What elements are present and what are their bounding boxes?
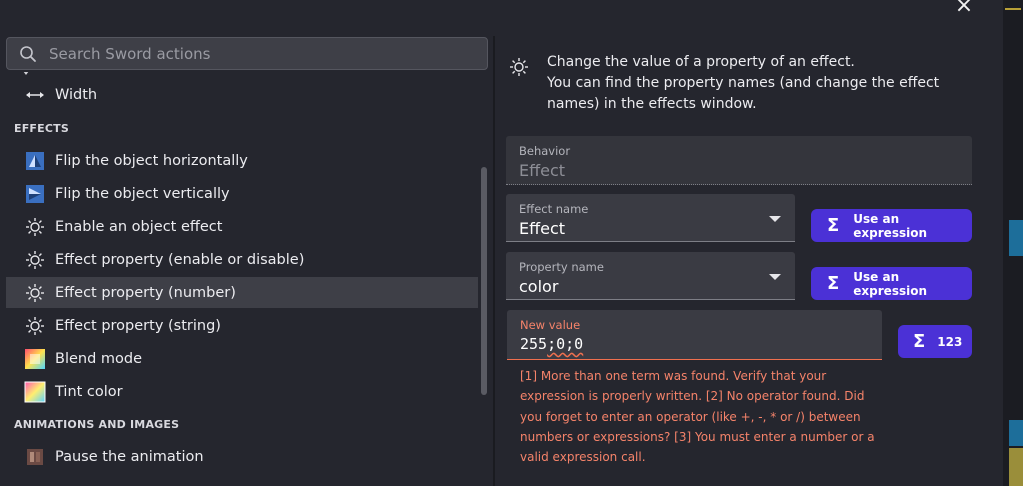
bg-accent	[1005, 8, 1021, 10]
field-label: Behavior	[519, 144, 571, 158]
effect-name-select[interactable]: Effect name Effect	[506, 194, 795, 242]
bg-accent	[1009, 420, 1023, 446]
list-item-blend-mode[interactable]: Blend mode	[6, 343, 478, 374]
list-item-effect-property-bool[interactable]: Effect property (enable or disable)	[6, 244, 478, 275]
field-label: New value	[520, 318, 581, 332]
field-value: Effect	[519, 161, 566, 180]
list-item-width[interactable]: Width	[6, 79, 478, 110]
blend-mode-icon	[24, 348, 46, 370]
animation-thumbnail-icon	[24, 446, 46, 468]
panel-divider	[493, 36, 495, 486]
background-editor-strip	[1003, 0, 1023, 486]
width-arrows-icon	[24, 84, 46, 106]
sun-effect-icon	[24, 249, 46, 271]
button-label: Use an expression	[853, 211, 928, 240]
search-icon	[20, 46, 36, 62]
field-value[interactable]: 255;0;0	[520, 335, 583, 353]
list-item-flip-horizontal[interactable]: Flip the object horizontally	[6, 145, 478, 176]
list-item-effect-property-number[interactable]: Effect property (number)	[6, 277, 478, 308]
description-line-1: Change the value of a property of an eff…	[547, 54, 855, 70]
list-item-label: Tint color	[55, 383, 123, 400]
list-item-label: Blend mode	[55, 350, 143, 367]
numeric-expression-button[interactable]: Σ 123	[898, 325, 972, 358]
field-value: color	[519, 277, 559, 296]
bg-accent	[1009, 448, 1023, 486]
sun-effect-icon	[510, 58, 528, 76]
list-item-label: Flip the object horizontally	[55, 152, 248, 169]
property-name-expression-button[interactable]: Σ Use an expression	[811, 267, 972, 300]
behavior-field: Behavior Effect	[506, 136, 972, 185]
button-label: 123	[937, 334, 963, 349]
value-error-segment: ;0;0	[547, 335, 584, 353]
chevron-down-icon	[23, 72, 29, 75]
sigma-icon: Σ	[827, 273, 840, 294]
description-line-2: You can find the property names (and cha…	[547, 75, 940, 112]
list-item-label: Effect property (enable or disable)	[55, 251, 305, 268]
sun-effect-icon	[24, 282, 46, 304]
list-item-label: Width	[55, 86, 98, 103]
action-editor-dialog: × Width EFFECTS Flip the object horizont…	[0, 0, 1003, 486]
list-item-enable-effect[interactable]: Enable an object effect	[6, 211, 478, 242]
effect-name-expression-button[interactable]: Σ Use an expression	[811, 209, 972, 242]
tint-color-icon	[24, 381, 46, 403]
property-name-select[interactable]: Property name color	[506, 252, 795, 300]
action-description: Change the value of a property of an eff…	[547, 52, 967, 115]
list-item-label: Enable an object effect	[55, 218, 223, 235]
sigma-icon: Σ	[827, 215, 840, 236]
list-item-effect-property-string[interactable]: Effect property (string)	[6, 310, 478, 341]
action-list: Width EFFECTS Flip the object horizontal…	[6, 72, 478, 486]
list-item-flip-vertical[interactable]: Flip the object vertically	[6, 178, 478, 209]
list-item-label: Effect property (number)	[55, 284, 236, 301]
sigma-icon: Σ	[913, 331, 926, 352]
sun-effect-icon	[24, 315, 46, 337]
expression-error-message: [1] More than one term was found. Verify…	[520, 369, 875, 465]
search-bar	[6, 37, 488, 70]
close-icon[interactable]: ×	[952, 0, 976, 17]
new-value-input[interactable]: New value 255;0;0	[507, 310, 882, 360]
list-item-label: Effect property (string)	[55, 317, 221, 334]
flip-horizontal-icon	[24, 150, 46, 172]
section-heading-effects: EFFECTS	[14, 122, 69, 135]
list-scrollbar-thumb[interactable]	[481, 167, 487, 395]
field-value: Effect	[519, 219, 566, 238]
list-item-label: Flip the object vertically	[55, 185, 230, 202]
list-item-tint-color[interactable]: Tint color	[6, 376, 478, 407]
field-label: Effect name	[519, 202, 589, 216]
sun-effect-icon	[24, 216, 46, 238]
list-item-label: Pause the animation	[55, 448, 204, 465]
section-heading-animations: ANIMATIONS AND IMAGES	[14, 418, 180, 431]
search-input[interactable]	[49, 42, 469, 66]
bg-accent	[1009, 220, 1023, 256]
field-label: Property name	[519, 260, 604, 274]
flip-vertical-icon	[24, 183, 46, 205]
dropdown-arrow-icon[interactable]	[769, 274, 781, 280]
dropdown-arrow-icon[interactable]	[769, 216, 781, 222]
button-label: Use an expression	[853, 269, 928, 298]
value-number: 255	[520, 335, 548, 353]
list-item-pause-animation[interactable]: Pause the animation	[6, 441, 478, 472]
